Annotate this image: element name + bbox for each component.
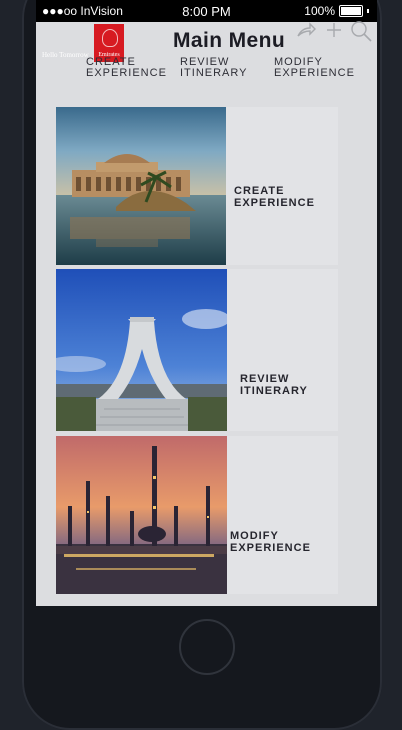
modify-experience-card[interactable]: MODIFY EXPERIENCE — [56, 436, 338, 594]
emirates-emblem-icon — [102, 29, 118, 47]
app-screen: ●●●oo InVision 8:00 PM 100% Hello Tomorr… — [36, 0, 377, 606]
page-title: Main Menu — [173, 29, 286, 52]
add-icon[interactable] — [325, 20, 343, 45]
battery-indicator: 100% — [304, 4, 369, 18]
tab-modify-experience[interactable]: MODIFY EXPERIENCE — [274, 57, 368, 83]
menu-tabs: CREATE EXPERIENCE REVIEW ITINERARY MODIF… — [86, 57, 376, 83]
home-button[interactable] — [179, 619, 235, 675]
review-itinerary-label[interactable]: REVIEW ITINERARY — [240, 373, 338, 397]
mosque-at-sunset-image — [56, 436, 227, 594]
battery-icon — [339, 5, 363, 17]
tab-create-experience[interactable]: CREATE EXPERIENCE — [86, 57, 180, 83]
search-icon[interactable] — [350, 20, 374, 47]
share-icon[interactable] — [296, 20, 316, 45]
create-experience-label[interactable]: CREATE EXPERIENCE — [234, 185, 338, 209]
modify-experience-label[interactable]: MODIFY EXPERIENCE — [230, 530, 338, 554]
battery-percent: 100% — [304, 4, 335, 18]
palace-on-water-image — [56, 107, 226, 265]
review-itinerary-card[interactable]: REVIEW ITINERARY — [56, 269, 338, 431]
logo-tagline: Hello Tomorrow — [42, 51, 89, 59]
status-bar: ●●●oo InVision 8:00 PM 100% — [36, 0, 377, 22]
create-experience-card[interactable]: CREATE EXPERIENCE — [56, 107, 338, 265]
tab-review-itinerary[interactable]: REVIEW ITINERARY — [180, 57, 274, 83]
battery-nub — [367, 9, 369, 13]
azadi-tower-image — [56, 269, 227, 431]
